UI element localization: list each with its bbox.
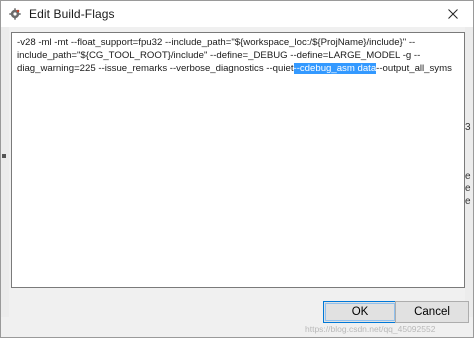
flags-line-1: -v28 -ml -mt --float_support=fpu32 --inc… (17, 37, 416, 48)
background-window-edge-left (1, 27, 9, 317)
watermark: https://blog.csdn.net/qq_45092552 (305, 324, 436, 334)
gear-icon (9, 8, 21, 20)
build-flags-textarea[interactable]: -v28 -ml -mt --float_support=fpu32 --inc… (11, 32, 465, 288)
background-marker (2, 154, 6, 158)
background-window-edge-right: 3 e e e (465, 27, 473, 317)
cancel-button[interactable]: Cancel (395, 301, 469, 323)
edit-build-flags-dialog: Edit Build-Flags 3 e e e -v28 -ml -mt --… (0, 0, 474, 338)
background-text: e (465, 196, 471, 207)
flags-line-2: include_path="${CG_TOOL_ROOT}/include" -… (17, 49, 421, 61)
background-text: e (465, 171, 471, 182)
build-flags-text[interactable]: -v28 -ml -mt --float_support=fpu32 --inc… (17, 37, 461, 75)
flags-line-3-start: diag_warning=225 --issue_remarks --verbo… (17, 62, 294, 74)
selected-text[interactable]: --cdebug_asm data (293, 62, 377, 74)
background-text: e (465, 183, 471, 194)
window-title: Edit Build-Flags (29, 7, 115, 21)
ok-button[interactable]: OK (323, 301, 397, 323)
close-icon (448, 9, 458, 19)
flags-line-3: diag_warning=225 --issue_remarks --verbo… (17, 62, 461, 76)
flags-line-3-end: --output_all_syms (376, 62, 452, 74)
close-button[interactable] (433, 1, 473, 27)
background-text: 3 (465, 122, 471, 133)
title-bar[interactable]: Edit Build-Flags (1, 1, 473, 27)
